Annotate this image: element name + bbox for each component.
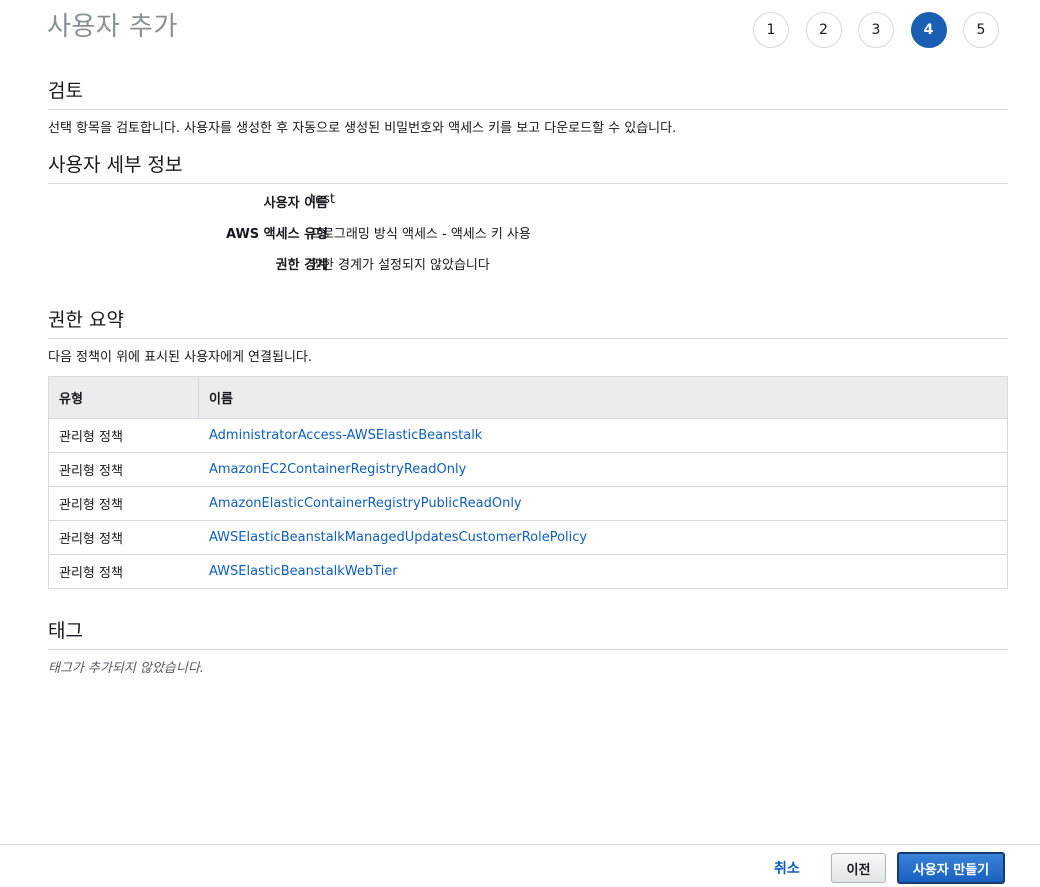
table-row: 관리형 정책 AWSElasticBeanstalkManagedUpdates… bbox=[49, 521, 1007, 555]
tags-heading: 태그 bbox=[48, 616, 1008, 650]
user-details-heading: 사용자 세부 정보 bbox=[48, 150, 1008, 184]
table-header: 유형 이름 bbox=[49, 377, 1007, 419]
table-row: 관리형 정책 AmazonElasticContainerRegistryPub… bbox=[49, 487, 1007, 521]
step-4-active[interactable]: 4 bbox=[910, 12, 947, 48]
step-1[interactable]: 1 bbox=[753, 12, 789, 48]
page-title: 사용자 추가 bbox=[47, 12, 178, 42]
review-heading: 검토 bbox=[48, 76, 1008, 110]
table-row: 관리형 정책 AdministratorAccess-AWSElasticBea… bbox=[49, 419, 1007, 453]
policy-type: 관리형 정책 bbox=[59, 566, 123, 581]
permissions-table: 유형 이름 관리형 정책 AdministratorAccess-AWSElas… bbox=[48, 376, 1008, 589]
policy-link[interactable]: AdministratorAccess-AWSElasticBeanstalk bbox=[209, 428, 482, 443]
column-header-name[interactable]: 이름 bbox=[199, 377, 233, 418]
permissions-description: 다음 정책이 위에 표시된 사용자에게 연결됩니다. bbox=[48, 350, 312, 365]
table-row: 관리형 정책 AmazonEC2ContainerRegistryReadOnl… bbox=[49, 453, 1007, 487]
review-description: 선택 항목을 검토합니다. 사용자를 생성한 후 자동으로 생성된 비밀번호와 … bbox=[48, 121, 677, 136]
detail-value: 프로그래밍 방식 액세스 - 액세스 키 사용 bbox=[310, 227, 531, 242]
step-2[interactable]: 2 bbox=[805, 12, 842, 48]
cancel-button[interactable]: 취소 bbox=[774, 858, 800, 878]
table-row: 관리형 정책 AWSElasticBeanstalkWebTier bbox=[49, 555, 1007, 589]
policy-type: 관리형 정책 bbox=[59, 532, 123, 547]
detail-label: 권한 경계 bbox=[275, 258, 328, 273]
tags-empty-message: 태그가 추가되지 않았습니다. bbox=[48, 661, 204, 676]
detail-row-permission-boundary: 권한 경계 권한 경계가 설정되지 않았습니다 bbox=[48, 254, 748, 274]
policy-type: 관리형 정책 bbox=[59, 430, 123, 445]
detail-value: 권한 경계가 설정되지 않았습니다 bbox=[310, 258, 490, 273]
detail-value: test bbox=[310, 192, 335, 207]
policy-link[interactable]: AmazonEC2ContainerRegistryReadOnly bbox=[209, 462, 466, 477]
create-user-button[interactable]: 사용자 만들기 bbox=[897, 852, 1005, 884]
permissions-heading: 권한 요약 bbox=[48, 305, 1008, 339]
step-3[interactable]: 3 bbox=[858, 12, 894, 48]
policy-link[interactable]: AmazonElasticContainerRegistryPublicRead… bbox=[209, 496, 522, 511]
detail-label: 사용자 이름 bbox=[263, 196, 328, 211]
policy-type: 관리형 정책 bbox=[59, 498, 123, 513]
policy-type: 관리형 정책 bbox=[59, 464, 123, 479]
column-header-type[interactable]: 유형 bbox=[49, 377, 199, 418]
policy-link[interactable]: AWSElasticBeanstalkManagedUpdatesCustome… bbox=[209, 530, 587, 545]
detail-label: AWS 액세스 유형 bbox=[225, 227, 328, 242]
step-5: 5 bbox=[963, 12, 999, 48]
detail-row-access-type: AWS 액세스 유형 프로그래밍 방식 액세스 - 액세스 키 사용 bbox=[48, 223, 748, 243]
detail-row-username: 사용자 이름 test bbox=[48, 192, 748, 212]
wizard-steps: 1 2 3 4 5 bbox=[753, 12, 1016, 48]
previous-button[interactable]: 이전 bbox=[831, 853, 886, 883]
policy-link[interactable]: AWSElasticBeanstalkWebTier bbox=[209, 564, 398, 579]
